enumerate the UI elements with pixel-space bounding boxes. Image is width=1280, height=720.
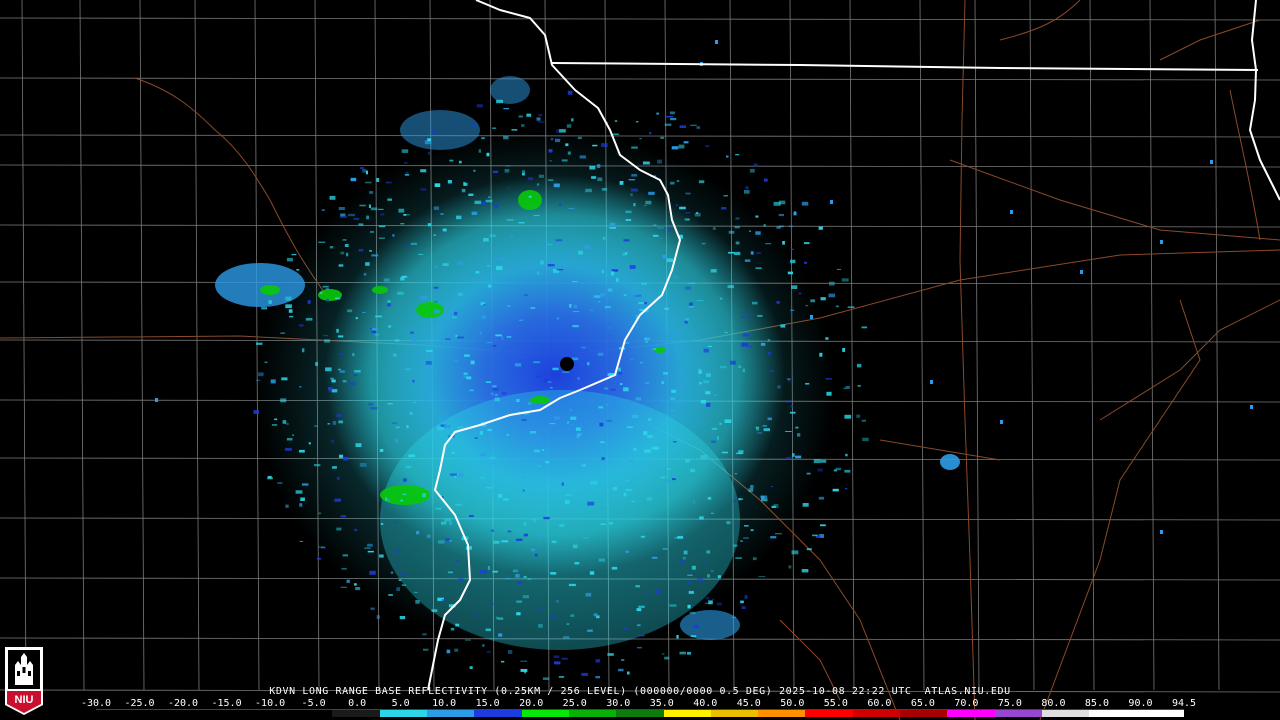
legend-tick-label: 85.0 (1084, 698, 1109, 709)
county-line (1029, 0, 1035, 691)
legend-tick-labels: -30.0 -25.0 -20.0 -15.0 -10.0 -5.0 0.0 5.0 10.0 1… (81, 698, 1196, 709)
county-line (21, 0, 27, 691)
county-line (919, 0, 925, 691)
legend-tick-label: 40.0 (693, 698, 718, 709)
county-line (0, 134, 1280, 138)
county-line (1214, 0, 1220, 691)
county-line (974, 0, 980, 691)
legend-tick-label: 45.0 (736, 698, 761, 709)
legend-tick-label: -20.0 (167, 698, 199, 709)
legend-tick-label: 75.0 (997, 698, 1022, 709)
county-line (254, 0, 260, 691)
county-line (194, 0, 200, 691)
colorbar-segment (758, 710, 806, 717)
colorbar-segment (379, 710, 428, 717)
legend-tick-label: 80.0 (1041, 698, 1066, 709)
colorbar-segment (1136, 710, 1184, 717)
colorbar-segment (237, 710, 286, 717)
product-title: KDVN LONG RANGE BASE REFLECTIVITY (0.25K… (269, 686, 1011, 697)
legend-tick-label: 60.0 (867, 698, 892, 709)
colorbar-segment (805, 710, 853, 717)
legend-tick-label: -15.0 (211, 698, 242, 709)
colorbar-segment (285, 710, 333, 717)
colorbar-segment (568, 710, 617, 717)
legend-tick-label: 50.0 (780, 698, 805, 709)
county-line (1149, 0, 1155, 691)
legend-tick-label: 65.0 (910, 698, 935, 709)
legend-tick-label: 30.0 (606, 698, 631, 709)
legend-tick-label: 25.0 (562, 698, 587, 709)
county-line (0, 77, 1280, 81)
county-line (0, 17, 1280, 21)
legend-tick-label: 20.0 (519, 698, 544, 709)
colorbar-segment (900, 710, 948, 717)
legend-tick-label: 94.5 (1171, 698, 1197, 709)
legend-tick-label: 0.0 (348, 698, 367, 709)
county-line (0, 637, 1280, 641)
colorbar-segment (474, 710, 522, 717)
colorbar-segment (852, 710, 901, 717)
colorbar-segment (947, 710, 995, 717)
colorbar-segment (994, 710, 1042, 717)
wi-mi-border (1249, 0, 1280, 201)
mn-ia-wi-border (551, 62, 1259, 71)
colorbar-segment (663, 710, 711, 717)
legend-tick-label: -5.0 (301, 698, 326, 709)
niu-logo-icon[interactable]: NIU (3, 645, 45, 716)
colorbar-segment (1089, 710, 1137, 717)
legend-tick-label: 55.0 (823, 698, 848, 709)
county-line (79, 0, 85, 691)
county-line (139, 0, 145, 691)
colorbar-segment (1041, 710, 1090, 717)
colorbar-segment (332, 710, 380, 717)
radar-site-marker[interactable] (560, 357, 574, 371)
legend-tick-label: 90.0 (1128, 698, 1153, 709)
legend-tick-label: 10.0 (432, 698, 457, 709)
legend-tick-label: 35.0 (649, 698, 674, 709)
colorbar-segment (143, 710, 191, 717)
reflectivity-colorbar (96, 709, 1184, 717)
legend-tick-label: -10.0 (255, 698, 286, 709)
county-line (1089, 0, 1095, 691)
colorbar-segment (190, 710, 238, 717)
colorbar-segment (96, 710, 144, 717)
colorbar-segment (521, 710, 569, 717)
legend-tick-label: -25.0 (124, 698, 155, 709)
colorbar-segment (427, 710, 475, 717)
legend-tick-label: 70.0 (954, 698, 979, 709)
radar-map-viewer: NIU KDVN LONG RANGE BASE REFLECTIVITY (0… (0, 0, 1280, 720)
county-line (849, 0, 855, 691)
colorbar-segment (616, 710, 664, 717)
legend-tick-label: -30.0 (80, 698, 112, 709)
radar-map[interactable] (0, 0, 1280, 720)
legend-tick-label: 5.0 (391, 698, 410, 709)
colorbar-segment (710, 710, 759, 717)
legend-tick-label: 15.0 (475, 698, 500, 709)
